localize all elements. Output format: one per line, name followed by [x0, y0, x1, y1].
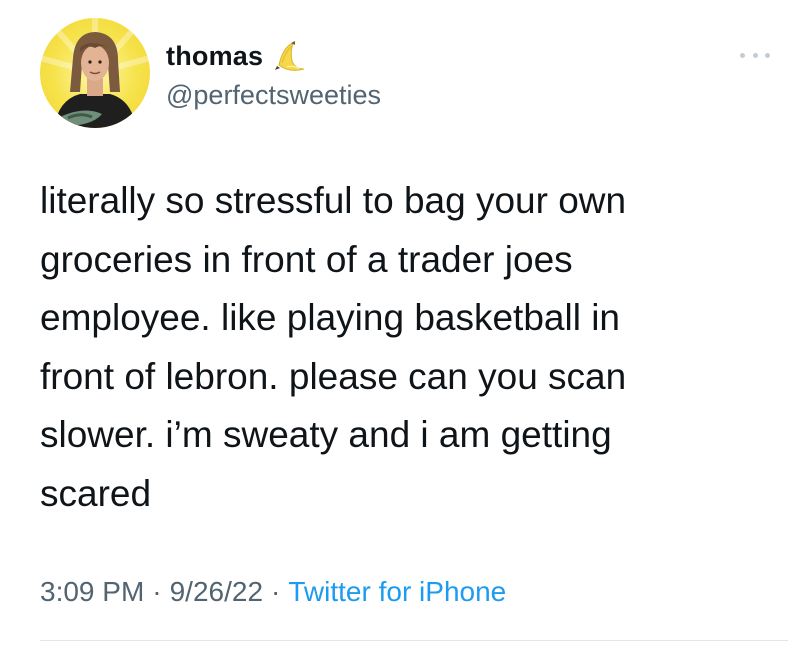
author-name-row[interactable]: thomas	[166, 36, 307, 76]
meta-separator: ·	[152, 576, 162, 607]
avatar[interactable]	[40, 18, 150, 128]
avatar-photo	[40, 18, 150, 128]
divider	[40, 640, 788, 641]
meta-separator: ·	[271, 576, 281, 607]
banana-icon	[273, 39, 307, 73]
tweet-text: literally so stressful to bag your own g…	[40, 180, 627, 514]
tweet-source-link[interactable]: Twitter for iPhone	[288, 576, 506, 608]
tweet-date[interactable]: 9/26/22	[170, 576, 263, 608]
display-name[interactable]: thomas	[166, 41, 263, 72]
tweet-meta: 3:09 PM · 9/26/22 · Twitter for iPhone	[40, 576, 506, 608]
tweet-card: thomas @perfectsweeties literally so str…	[0, 0, 796, 651]
more-options-icon[interactable]	[740, 48, 770, 62]
tweet-time[interactable]: 3:09 PM	[40, 576, 144, 608]
user-handle[interactable]: @perfectsweeties	[166, 80, 381, 111]
